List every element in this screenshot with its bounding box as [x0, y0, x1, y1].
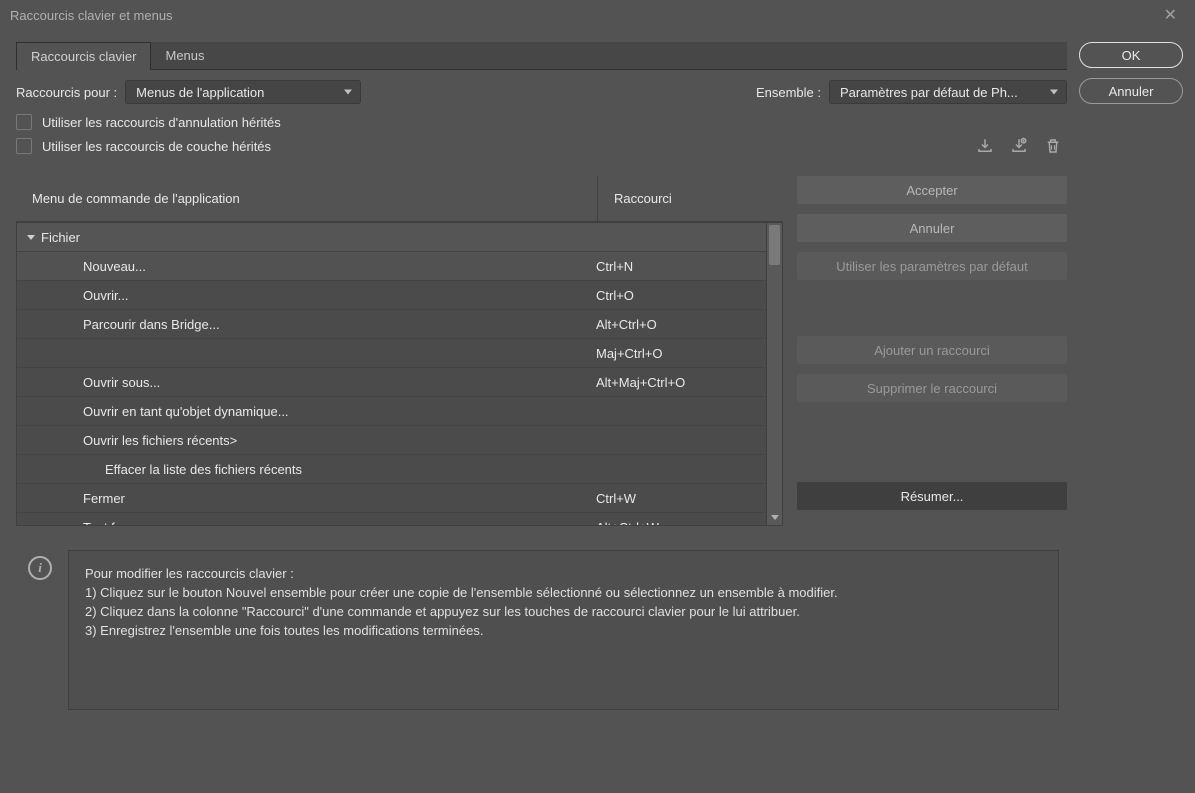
command-cell: Ouvrir les fichiers récents> — [41, 433, 596, 448]
ensemble-label: Ensemble : — [756, 85, 821, 100]
chevron-down-icon — [27, 235, 35, 240]
shortcuts-for-value: Menus de l'application — [136, 85, 264, 100]
close-icon[interactable]: ✕ — [1156, 1, 1185, 29]
legacy-layer-label: Utiliser les raccourcis de couche hérité… — [42, 139, 271, 154]
column-shortcut-header: Raccourci — [597, 176, 783, 221]
table-row[interactable]: Effacer la liste des fichiers récents — [17, 455, 766, 484]
trash-icon[interactable] — [1043, 136, 1063, 156]
new-set-icon[interactable] — [1009, 136, 1029, 156]
ensemble-select[interactable]: Paramètres par défaut de Ph... — [829, 80, 1067, 104]
command-cell: Ouvrir... — [41, 288, 596, 303]
group-label: Fichier — [41, 230, 596, 245]
info-text: Pour modifier les raccourcis clavier : 1… — [68, 550, 1059, 710]
table-row[interactable]: Tout fermerAlt+Ctrl+W — [17, 513, 766, 525]
cancel-button[interactable]: Annuler — [1079, 78, 1183, 104]
save-set-icon[interactable] — [975, 136, 995, 156]
command-cell: Ouvrir en tant qu'objet dynamique... — [41, 404, 596, 419]
command-cell: Effacer la liste des fichiers récents — [41, 462, 596, 477]
ensemble-value: Paramètres par défaut de Ph... — [840, 85, 1018, 100]
legacy-undo-checkbox[interactable] — [16, 114, 32, 130]
shortcut-cell[interactable]: Ctrl+N — [596, 259, 766, 274]
shortcut-cell[interactable]: Maj+Ctrl+O — [596, 346, 766, 361]
accept-button[interactable]: Accepter — [797, 176, 1067, 204]
column-command-header: Menu de commande de l'application — [16, 191, 597, 206]
scrollbar-thumb[interactable] — [769, 225, 780, 265]
ok-button[interactable]: OK — [1079, 42, 1183, 68]
group-row-fichier[interactable]: Fichier — [17, 223, 766, 252]
shortcut-cell[interactable]: Alt+Ctrl+W — [596, 520, 766, 526]
command-cell: Nouveau... — [41, 259, 596, 274]
chevron-down-icon — [344, 90, 352, 95]
shortcut-cell[interactable]: Ctrl+W — [596, 491, 766, 506]
scrollbar[interactable] — [766, 223, 782, 525]
use-default-button[interactable]: Utiliser les paramètres par défaut — [797, 252, 1067, 280]
command-cell: Parcourir dans Bridge... — [41, 317, 596, 332]
shortcut-cell[interactable]: Alt+Maj+Ctrl+O — [596, 375, 766, 390]
delete-shortcut-button[interactable]: Supprimer le raccourci — [797, 374, 1067, 402]
undo-button[interactable]: Annuler — [797, 214, 1067, 242]
table-row[interactable]: Ouvrir sous...Alt+Maj+Ctrl+O — [17, 368, 766, 397]
table-row[interactable]: Parcourir dans Bridge...Alt+Ctrl+O — [17, 310, 766, 339]
command-cell: Fermer — [41, 491, 596, 506]
table-row[interactable]: Maj+Ctrl+O — [17, 339, 766, 368]
scroll-down-icon[interactable] — [767, 509, 782, 525]
legacy-layer-checkbox[interactable] — [16, 138, 32, 154]
add-shortcut-button[interactable]: Ajouter un raccourci — [797, 336, 1067, 364]
window-title: Raccourcis clavier et menus — [10, 8, 173, 23]
shortcut-cell[interactable]: Ctrl+O — [596, 288, 766, 303]
table-row[interactable]: FermerCtrl+W — [17, 484, 766, 513]
tab-menus[interactable]: Menus — [151, 42, 218, 69]
table-row[interactable]: Ouvrir les fichiers récents> — [17, 426, 766, 455]
command-cell: Ouvrir sous... — [41, 375, 596, 390]
table-row[interactable]: Ouvrir...Ctrl+O — [17, 281, 766, 310]
table-row[interactable]: Ouvrir en tant qu'objet dynamique... — [17, 397, 766, 426]
summarize-button[interactable]: Résumer... — [797, 482, 1067, 510]
command-cell: Tout fermer — [41, 520, 596, 526]
chevron-down-icon — [1050, 90, 1058, 95]
shortcuts-for-label: Raccourcis pour : — [16, 85, 117, 100]
table-row[interactable]: Nouveau...Ctrl+N — [17, 252, 766, 281]
shortcuts-for-select[interactable]: Menus de l'application — [125, 80, 361, 104]
tab-shortcuts[interactable]: Raccourcis clavier — [16, 42, 151, 70]
info-icon: i — [28, 556, 52, 580]
legacy-undo-label: Utiliser les raccourcis d'annulation hér… — [42, 115, 281, 130]
shortcut-cell[interactable]: Alt+Ctrl+O — [596, 317, 766, 332]
